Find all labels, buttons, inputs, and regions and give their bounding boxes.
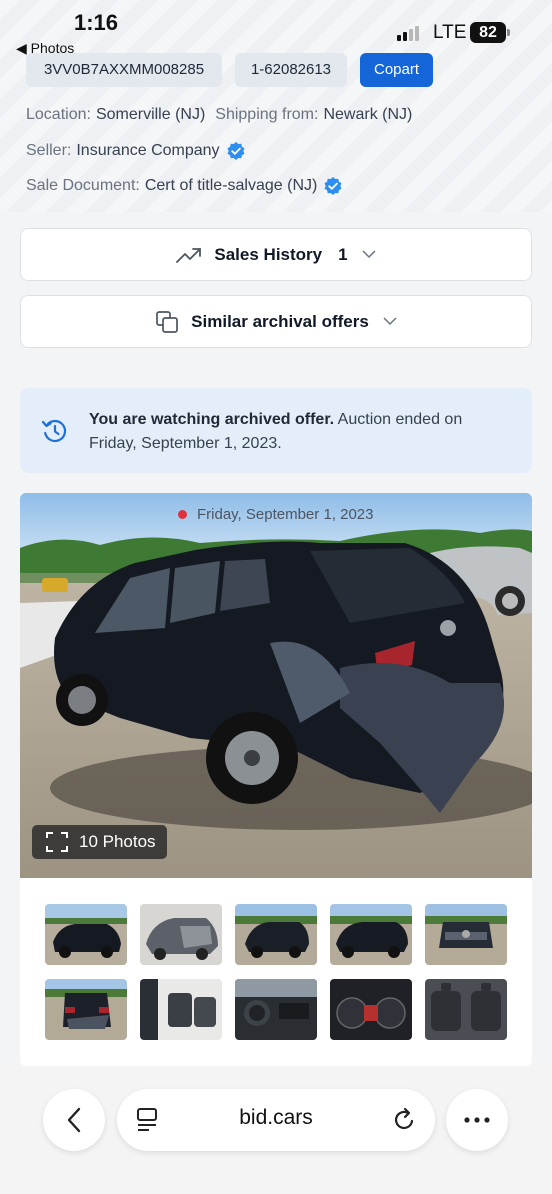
vin-chip[interactable]: 3VV0B7AXXMM008285 — [26, 53, 222, 87]
seller-row: Seller: Insurance Company — [26, 141, 246, 161]
thumbnail-9[interactable] — [330, 979, 412, 1040]
shipping-label: Shipping from: — [215, 106, 319, 123]
thumbnail-4[interactable] — [330, 904, 412, 965]
lot-number-chip[interactable]: 1-62082613 — [235, 53, 347, 87]
location-row: Location: Somerville (NJ) Shipping from:… — [26, 106, 412, 124]
archived-offer-bold: You are watching archived offer. — [89, 411, 335, 428]
similar-archival-offers-button[interactable]: Similar archival offers — [20, 295, 532, 348]
archived-offer-message: You are watching archived offer. Auction… — [89, 408, 509, 456]
seller-value: Insurance Company — [76, 142, 220, 159]
battery-tip — [507, 29, 510, 36]
sales-history-button[interactable]: Sales History 1 — [20, 228, 532, 281]
thumbnail-3[interactable] — [235, 904, 317, 965]
thumbnail-10[interactable] — [425, 979, 507, 1040]
archived-offer-banner: You are watching archived offer. Auction… — [20, 388, 532, 473]
trending-up-icon — [176, 247, 202, 263]
more-options-button[interactable] — [446, 1089, 508, 1151]
auction-ended-dot — [178, 510, 187, 519]
more-horizontal-icon — [464, 1117, 490, 1123]
clock: 1:16 — [74, 10, 119, 35]
sale-document-row: Sale Document: Cert of title-salvage (NJ… — [26, 176, 343, 196]
photo-gallery: Friday, September 1, 2023 10 Photos — [20, 493, 532, 1066]
network-type: LTE — [433, 22, 467, 43]
thumbnail-7[interactable] — [140, 979, 222, 1040]
fullscreen-icon — [46, 832, 68, 852]
shipping-value: Newark (NJ) — [323, 106, 413, 123]
thumbnail-6[interactable] — [45, 979, 127, 1040]
address-bar[interactable]: bid.cars — [117, 1089, 435, 1151]
status-bar: 1:16 ◀ Photos LTE 82 — [0, 0, 552, 56]
thumbnail-8[interactable] — [235, 979, 317, 1040]
url-text: bid.cars — [239, 1106, 313, 1129]
damaged-suv-image — [20, 493, 532, 878]
main-vehicle-photo[interactable]: Friday, September 1, 2023 10 Photos — [20, 493, 532, 878]
auction-date-text: Friday, September 1, 2023 — [197, 506, 374, 523]
photos-fullscreen-button[interactable]: 10 Photos — [32, 825, 167, 859]
auction-copart-chip[interactable]: Copart — [360, 53, 433, 87]
chevron-down-icon — [383, 317, 397, 326]
chevron-left-icon — [67, 1107, 81, 1133]
location-label: Location: — [26, 106, 91, 123]
seller-label: Seller: — [26, 142, 72, 159]
copy-icon — [156, 310, 179, 333]
sales-history-count: 1 — [338, 244, 348, 264]
battery-icon: 82 — [470, 22, 506, 43]
photos-count-label: 10 Photos — [79, 832, 156, 851]
history-icon — [41, 419, 67, 443]
browser-toolbar: bid.cars — [0, 1068, 552, 1194]
thumbnail-5[interactable] — [425, 904, 507, 965]
sales-history-label: Sales History — [214, 244, 323, 264]
similar-offers-label: Similar archival offers — [191, 311, 369, 331]
thumbnail-1[interactable] — [45, 904, 127, 965]
verified-badge-icon — [324, 177, 342, 195]
browser-back-button[interactable] — [43, 1089, 105, 1151]
verified-badge-icon — [227, 142, 245, 160]
location-value: Somerville (NJ) — [95, 106, 206, 123]
reload-icon[interactable] — [393, 1107, 417, 1133]
cellular-signal-icon — [397, 25, 419, 41]
thumbnail-2[interactable] — [140, 904, 222, 965]
sale-document-label: Sale Document: — [26, 177, 140, 194]
sale-document-value: Cert of title-salvage (NJ) — [144, 177, 318, 194]
auction-date: Friday, September 1, 2023 — [178, 506, 373, 523]
chevron-down-icon — [362, 250, 376, 259]
